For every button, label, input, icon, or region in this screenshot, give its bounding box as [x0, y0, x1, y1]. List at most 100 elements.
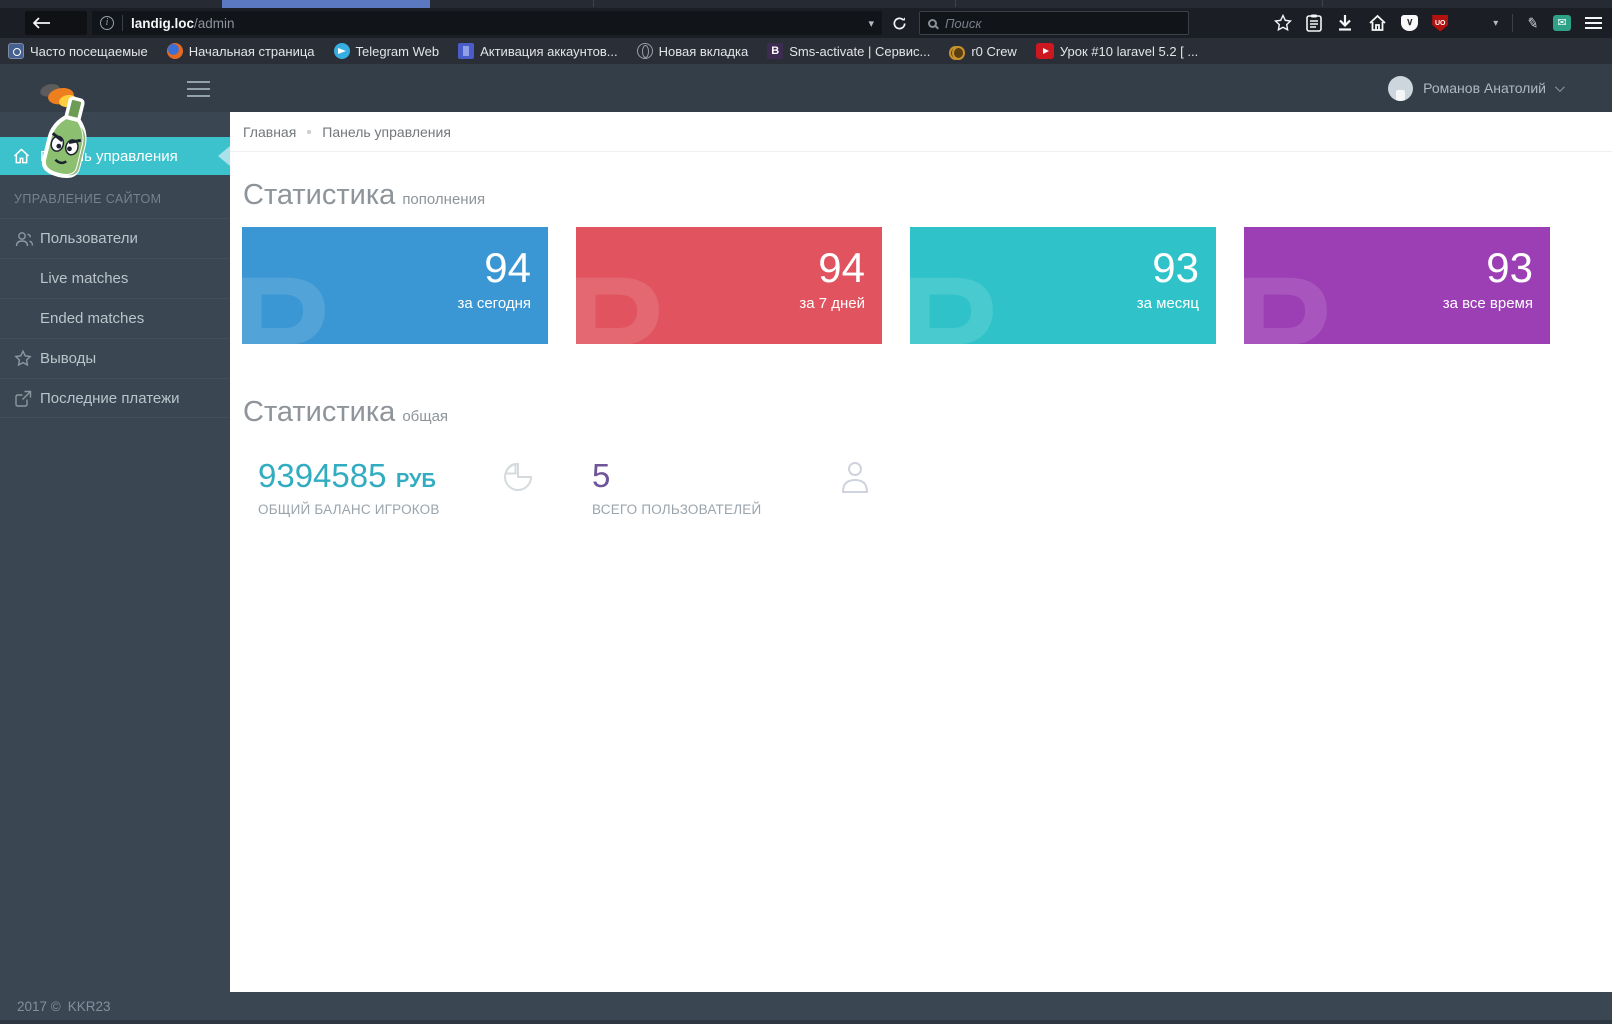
bookmark-item[interactable]: Активация аккаунтов...: [458, 43, 618, 59]
card-label: за 7 дней: [799, 295, 865, 312]
tab-separator: [955, 0, 956, 7]
url-bar[interactable]: i landig.loc /admin ▾: [92, 11, 882, 35]
home-button[interactable]: [1368, 14, 1387, 32]
sidebar-toggle-button[interactable]: [187, 81, 210, 97]
general-stats-row: 9394585 РУБ ОБЩИЙ БАЛАНС ИГРОКОВ 5 ВСЕГО…: [242, 458, 1612, 517]
ruble-watermark-icon: Р: [576, 254, 664, 344]
search-icon: [928, 19, 937, 28]
site-info-icon[interactable]: i: [100, 16, 114, 30]
site-favicon: [458, 43, 474, 59]
sidebar-item-withdrawals[interactable]: Выводы: [0, 338, 230, 378]
sidebar-item-label: Последние платежи: [40, 390, 180, 407]
divider: [1512, 14, 1513, 32]
stat-card-alltime: Р 93 за все время: [1244, 227, 1550, 344]
general-section-heading: Статистика общая: [243, 395, 1612, 429]
search-input[interactable]: [945, 16, 1145, 31]
sms-activate-icon: B: [767, 43, 783, 59]
search-bar[interactable]: [919, 11, 1189, 35]
tab-separator: [593, 0, 594, 7]
user-icon: [840, 460, 870, 499]
bookmarks-menu-button[interactable]: [1306, 14, 1322, 32]
brand-text: KKR23: [68, 999, 111, 1014]
back-button[interactable]: [25, 11, 87, 35]
mail-extension-icon[interactable]: ✉: [1553, 15, 1571, 31]
globe-icon: [637, 43, 653, 59]
browser-tab-strip: [0, 0, 1612, 8]
section-title: Статистика: [243, 178, 395, 212]
bookmark-item[interactable]: Telegram Web: [334, 43, 440, 59]
bookmark-item[interactable]: Новая вкладка: [637, 43, 749, 59]
bookmark-label: Telegram Web: [356, 44, 440, 59]
active-tab-indicator[interactable]: [222, 0, 430, 8]
section-title: Статистика: [243, 395, 395, 429]
bookmark-label: Активация аккаунтов...: [480, 44, 618, 59]
bookmark-label: Sms-activate | Сервис...: [789, 44, 930, 59]
star-icon: [1274, 14, 1292, 32]
url-dropdown-icon[interactable]: ▾: [868, 17, 874, 30]
card-value: 94: [484, 247, 531, 289]
stat-label: ОБЩИЙ БАЛАНС ИГРОКОВ: [258, 502, 440, 517]
star-icon: [14, 350, 40, 367]
download-icon: [1336, 14, 1354, 32]
app-footer: 2017 © KKR23: [0, 992, 1612, 1024]
sidebar-item-label: Live matches: [40, 270, 128, 287]
clipboard-icon: [1306, 14, 1322, 32]
bookmark-item[interactable]: Начальная страница: [167, 43, 315, 59]
browser-navbar: i landig.loc /admin ▾: [0, 8, 1612, 38]
section-subtitle: пополнения: [402, 191, 485, 208]
hamburger-icon: [1585, 22, 1602, 24]
divider: [122, 15, 123, 31]
card-value: 93: [1486, 247, 1533, 289]
stat-cards-row: Р 94 за сегодня Р 94 за 7 дней Р 93 за м…: [242, 227, 1612, 344]
handcuffs-icon: [949, 43, 965, 59]
ublock-icon[interactable]: UO: [1432, 15, 1448, 32]
bookmark-label: Часто посещаемые: [30, 44, 148, 59]
card-label: за все время: [1443, 295, 1533, 312]
speed-dial-icon: [8, 43, 24, 59]
user-menu[interactable]: Романов Анатолий: [1388, 64, 1562, 112]
bookmark-item[interactable]: Часто посещаемые: [8, 43, 148, 59]
extension-icon[interactable]: [1462, 15, 1479, 32]
sidebar-item-label: Ended matches: [40, 310, 144, 327]
stat-total-balance: 9394585 РУБ ОБЩИЙ БАЛАНС ИГРОКОВ: [242, 458, 576, 517]
hamburger-icon: [187, 81, 210, 83]
sidebar-item-ended-matches[interactable]: Ended matches: [0, 298, 230, 338]
sidebar-item-live-matches[interactable]: Live matches: [0, 258, 230, 298]
breadcrumb-current: Панель управления: [322, 124, 451, 140]
bookmark-star-button[interactable]: [1274, 14, 1292, 32]
bookmark-item[interactable]: Урок #10 laravel 5.2 [ ...: [1036, 43, 1198, 59]
browser-menu-button[interactable]: [1585, 22, 1602, 24]
bookmark-label: r0 Crew: [971, 44, 1017, 59]
stat-unit: РУБ: [396, 470, 436, 492]
bookmarks-bar: Часто посещаемые Начальная страница Tele…: [0, 38, 1612, 64]
ruble-watermark-icon: Р: [1244, 254, 1332, 344]
bookmark-item[interactable]: r0 Crew: [949, 43, 1017, 59]
user-name: Романов Анатолий: [1423, 80, 1546, 96]
youtube-icon: [1036, 43, 1054, 59]
logo-bottle-icon[interactable]: [22, 74, 108, 185]
telegram-icon: [334, 43, 350, 59]
tab-separator: [1322, 0, 1323, 7]
url-path: /admin: [194, 16, 235, 31]
section-subtitle: общая: [402, 408, 448, 425]
stat-value: 9394585: [258, 457, 386, 494]
reload-button[interactable]: [892, 16, 907, 31]
downloads-button[interactable]: [1336, 14, 1354, 32]
breadcrumb-home-link[interactable]: Главная: [243, 124, 296, 140]
sidebar-item-users[interactable]: Пользователи: [0, 218, 230, 258]
sidebar: Панель управления УПРАВЛЕНИЕ САЙТОМ Поль…: [0, 112, 230, 992]
sidebar-item-last-payments[interactable]: Последние платежи: [0, 378, 230, 418]
home-icon: [1368, 14, 1387, 32]
bookmark-label: Начальная страница: [189, 44, 315, 59]
pocket-button[interactable]: ∨: [1401, 15, 1418, 31]
sidebar-item-label: Выводы: [40, 350, 96, 367]
copyright-text: 2017 ©: [17, 999, 61, 1014]
stat-card-week: Р 94 за 7 дней: [576, 227, 882, 344]
pencil-icon[interactable]: ✎: [1526, 14, 1541, 33]
bookmark-item[interactable]: B Sms-activate | Сервис...: [767, 43, 930, 59]
extension-caret-icon[interactable]: ▾: [1493, 18, 1498, 29]
sidebar-section-title: УПРАВЛЕНИЕ САЙТОМ: [0, 192, 230, 206]
stat-card-month: Р 93 за месяц: [910, 227, 1216, 344]
deposits-section-heading: Статистика пополнения: [243, 178, 1612, 212]
card-value: 94: [818, 247, 865, 289]
